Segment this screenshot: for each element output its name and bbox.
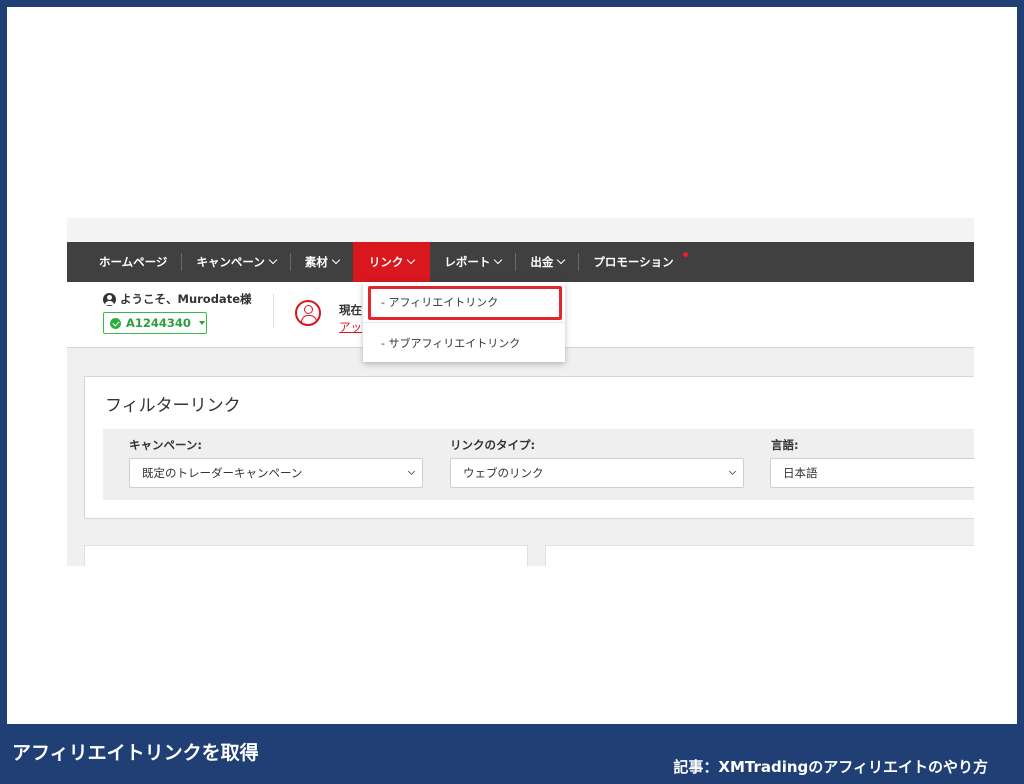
caret-down-icon — [198, 321, 205, 325]
nav-reports[interactable]: レポート — [430, 242, 515, 282]
nav-materials-label: 素材 — [304, 255, 328, 269]
account-selector[interactable]: A1244340 — [103, 312, 207, 334]
chevron-down-icon — [268, 255, 278, 265]
screenshot-area: ホームページ キャンペーン 素材 リンク レポート 出金 プロモーション ようこ… — [67, 218, 974, 566]
chevron-down-icon — [407, 467, 416, 476]
filter-fields: キャンペーン: 既定のトレーダーキャンペーン リンクのタイプ: ウェブのリンク … — [103, 429, 974, 500]
link-type-select[interactable]: ウェブのリンク — [450, 458, 744, 488]
nav-campaign-label: キャンペーン — [196, 255, 265, 269]
menu-item-label: - サブアフィリエイトリンク — [381, 336, 521, 350]
filter-links-panel: フィルターリンク キャンペーン: 既定のトレーダーキャンペーン リンクのタイプ:… — [84, 376, 974, 519]
campaign-select[interactable]: 既定のトレーダーキャンペーン — [129, 458, 423, 488]
chevron-down-icon — [494, 255, 503, 265]
menu-item-label: - アフィリエイトリンク — [381, 296, 499, 309]
nav-reports-label: レポート — [444, 255, 491, 269]
menu-item-sub-affiliate-link[interactable]: - サブアフィリエイトリンク — [363, 322, 565, 362]
content-card — [84, 545, 528, 566]
user-icon — [103, 292, 116, 306]
nav-withdrawal[interactable]: 出金 — [516, 242, 578, 282]
nav-withdrawal-label: 出金 — [530, 255, 554, 269]
chevron-down-icon — [407, 255, 416, 265]
link-type-label: リンクのタイプ: — [450, 438, 536, 452]
nav-links[interactable]: リンク — [352, 242, 431, 282]
campaign-label: キャンペーン: — [129, 438, 203, 452]
welcome-text: ようこそ、Murodate様 — [120, 292, 252, 306]
menu-item-affiliate-link[interactable]: - アフィリエイトリンク — [363, 282, 565, 322]
caption-subtitle: 記事：XMTradingのアフィリエイトのやり方 — [673, 758, 988, 776]
status-link[interactable]: アッ — [339, 319, 362, 335]
notification-dot-icon — [682, 252, 688, 257]
chevron-down-icon — [557, 255, 566, 265]
language-value: 日本語 — [783, 466, 818, 480]
links-dropdown-menu: - アフィリエイトリンク - サブアフィリエイトリンク — [363, 282, 565, 362]
nav-home-label: ホームページ — [99, 255, 168, 269]
chevron-down-icon — [331, 255, 341, 265]
account-id: A1244340 — [126, 316, 191, 330]
caption-title: アフィリエイトリンクを取得 — [12, 742, 259, 764]
main-navbar: ホームページ キャンペーン 素材 リンク レポート 出金 プロモーション — [67, 242, 974, 282]
welcome-message: ようこそ、Murodate様 — [103, 291, 252, 307]
nav-campaign[interactable]: キャンペーン — [182, 242, 289, 282]
nav-promotion-label: プロモーション — [593, 255, 674, 269]
status-label: 現在 — [339, 303, 362, 317]
language-select[interactable]: 日本語 — [770, 458, 974, 488]
chevron-down-icon — [728, 467, 737, 476]
nav-links-label: リンク — [368, 255, 404, 269]
content-card — [545, 545, 974, 566]
divider — [273, 294, 274, 328]
link-type-value: ウェブのリンク — [463, 466, 544, 480]
campaign-value: 既定のトレーダーキャンペーン — [142, 466, 303, 480]
nav-materials[interactable]: 素材 — [291, 242, 353, 282]
language-label: 言語: — [771, 438, 799, 452]
caption-bar: アフィリエイトリンクを取得 記事：XMTradingのアフィリエイトのやり方 — [0, 724, 1024, 784]
check-circle-icon — [110, 317, 121, 329]
top-strip — [67, 218, 974, 242]
filter-title: フィルターリンク — [105, 396, 241, 416]
profile-icon — [295, 300, 321, 326]
nav-home[interactable]: ホームページ — [67, 242, 181, 282]
nav-promotion[interactable]: プロモーション — [579, 242, 695, 282]
